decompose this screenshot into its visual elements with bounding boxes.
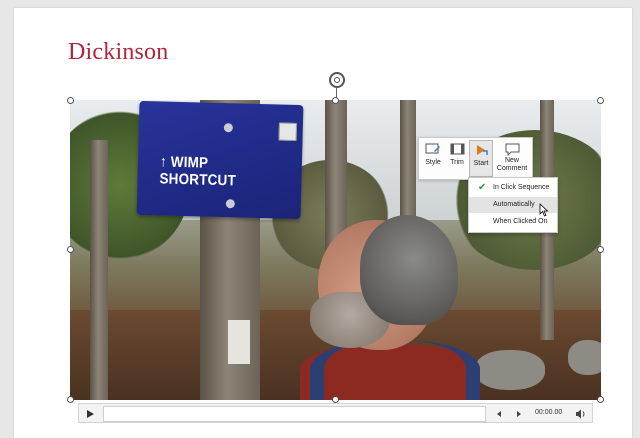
menu-item-label: Automatically [493, 201, 535, 208]
bolt [223, 123, 233, 133]
rock [568, 340, 601, 375]
new-comment-button[interactable]: New Comment [495, 140, 529, 177]
resize-handle-top[interactable] [332, 97, 339, 104]
trim-label: Trim [450, 159, 464, 166]
video-mini-toolbar: Style Trim Start New Comment [418, 137, 533, 180]
volume-icon[interactable] [575, 408, 587, 420]
paper-note [228, 320, 250, 364]
seek-bar[interactable] [103, 406, 486, 422]
rotate-handle-icon[interactable] [329, 72, 345, 88]
resize-handle-top-left[interactable] [67, 97, 74, 104]
start-button[interactable]: Start [469, 140, 493, 177]
resize-handle-bottom-right[interactable] [597, 396, 604, 403]
rock [475, 350, 545, 390]
hiker-hair [360, 215, 458, 325]
resize-handle-top-right[interactable] [597, 97, 604, 104]
video-style-icon [425, 143, 440, 154]
backpack-strap [310, 340, 480, 400]
menu-item-label: In Click Sequence [493, 184, 550, 191]
qr-code [278, 122, 297, 141]
bolt [225, 199, 235, 209]
resize-handle-left[interactable] [67, 246, 74, 253]
media-player-bar: 00:00.00 [78, 403, 593, 423]
step-back-icon[interactable] [493, 408, 505, 420]
new-comment-label: New Comment [496, 157, 528, 172]
trim-button[interactable]: Trim [446, 140, 468, 177]
style-label: Style [425, 159, 441, 166]
sign-text: ↑ WIMP SHORTCUT [159, 153, 237, 190]
start-label: Start [473, 160, 489, 167]
new-comment-icon [505, 143, 519, 156]
resize-handle-right[interactable] [597, 246, 604, 253]
menu-item-in-click-sequence[interactable]: ✔ In Click Sequence [469, 180, 557, 196]
time-display: 00:00.00 [535, 409, 563, 416]
style-button[interactable]: Style [421, 140, 445, 177]
trail-sign: ↑ WIMP SHORTCUT [136, 100, 304, 220]
resize-handle-bottom[interactable] [332, 396, 339, 403]
dickinson-logo: Dickinson [68, 39, 169, 65]
start-icon [476, 145, 488, 155]
mouse-cursor-icon [539, 203, 549, 217]
step-forward-icon[interactable] [513, 408, 525, 420]
resize-handle-bottom-left[interactable] [67, 396, 74, 403]
tree-trunk [90, 140, 108, 400]
checkmark-icon: ✔ [478, 182, 487, 193]
play-icon[interactable] [83, 407, 97, 421]
trim-video-icon [450, 143, 464, 155]
